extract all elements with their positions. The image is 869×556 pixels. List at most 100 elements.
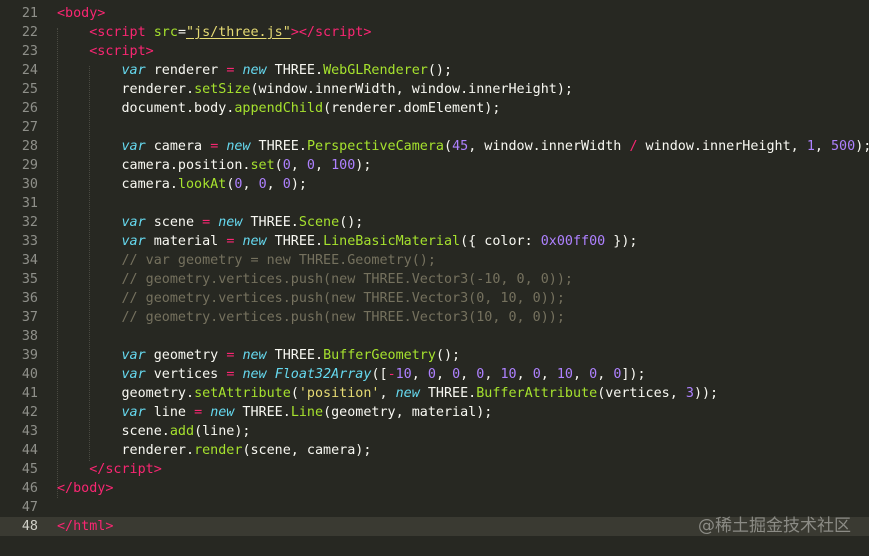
code-token: <script xyxy=(89,25,154,40)
code-line[interactable]: 34 // var geometry = new THREE.Geometry(… xyxy=(0,251,869,270)
line-number: 31 xyxy=(21,196,38,211)
code-token: , xyxy=(379,386,396,401)
code-token: PerspectiveCamera xyxy=(306,139,444,154)
code-line[interactable]: 28 var camera = new THREE.PerspectiveCam… xyxy=(0,137,869,156)
code-token: THREE. xyxy=(242,215,299,230)
code-token: 100 xyxy=(331,158,356,173)
code-line[interactable]: 41 geometry.setAttribute('position', new… xyxy=(0,384,869,403)
code-token: new xyxy=(242,63,267,78)
code-text: camera.position.set(0, 0, 100); xyxy=(57,156,371,175)
code-text: </script> xyxy=(57,460,162,479)
code-line[interactable]: 21 <body> xyxy=(0,4,869,23)
code-text: <body> xyxy=(57,4,105,23)
code-token: setSize xyxy=(194,82,251,97)
code-token: / xyxy=(629,139,638,154)
code-line[interactable]: 45 </script> xyxy=(0,460,869,479)
code-text: var material = new THREE.LineBasicMateri… xyxy=(57,232,638,251)
code-token: 0 xyxy=(532,367,541,382)
code-line[interactable]: 36 // geometry.vertices.push(new THREE.V… xyxy=(0,289,869,308)
code-text: renderer.setSize(window.innerWidth, wind… xyxy=(57,80,573,99)
code-token: BufferGeometry xyxy=(323,348,436,363)
code-token: 10 xyxy=(556,367,573,382)
code-token: > xyxy=(363,25,372,40)
code-line[interactable]: 27 xyxy=(0,118,869,137)
code-line[interactable]: 32 var scene = new THREE.Scene(); xyxy=(0,213,869,232)
code-token: 0 xyxy=(427,367,436,382)
code-line[interactable]: 26 document.body.appendChild(renderer.do… xyxy=(0,99,869,118)
code-token: var xyxy=(121,139,146,154)
code-token: scene xyxy=(145,215,203,230)
code-token: (window.innerWidth, window.innerHeight); xyxy=(250,82,573,97)
code-line[interactable]: 24 var renderer = new THREE.WebGLRendere… xyxy=(0,61,869,80)
code-token: new xyxy=(395,386,420,401)
code-token: ]); xyxy=(621,367,646,382)
code-token: THREE. xyxy=(419,386,477,401)
code-token: new xyxy=(210,405,235,420)
code-text: var line = new THREE.Line(geometry, mate… xyxy=(57,403,493,422)
code-editor[interactable]: 21 <body> 22 <script src="js/three.js"></s… xyxy=(0,0,869,556)
code-token: }); xyxy=(605,234,638,249)
code-token: THREE. xyxy=(234,405,291,420)
code-token: , xyxy=(411,367,428,382)
code-token: THREE. xyxy=(266,234,324,249)
code-token: 0 xyxy=(258,177,267,192)
code-text: camera.lookAt(0, 0, 0); xyxy=(57,175,306,194)
code-text: var scene = new THREE.Scene(); xyxy=(57,213,364,232)
code-token: line xyxy=(145,405,195,420)
code-token: camera.position. xyxy=(57,158,251,173)
code-token: 3 xyxy=(685,386,694,401)
code-token: > xyxy=(153,462,162,477)
code-line[interactable]: 29 camera.position.set(0, 0, 100); xyxy=(0,156,869,175)
code-line[interactable]: 31 xyxy=(0,194,869,213)
code-line[interactable]: 39 var geometry = new THREE.BufferGeomet… xyxy=(0,346,869,365)
code-token: , xyxy=(484,367,501,382)
code-token: src xyxy=(153,25,178,40)
code-token: camera xyxy=(145,139,211,154)
line-number: 46 xyxy=(21,481,38,496)
code-token: BufferAttribute xyxy=(476,386,598,401)
code-token: document.body. xyxy=(57,101,235,116)
code-line[interactable]: 35 // geometry.vertices.push(new THREE.V… xyxy=(0,270,869,289)
code-line[interactable]: 22 <script src="js/three.js"></script> xyxy=(0,23,869,42)
code-text: // geometry.vertices.push(new THREE.Vect… xyxy=(57,289,565,308)
code-line[interactable]: 46 </body> xyxy=(0,479,869,498)
line-number: 43 xyxy=(21,424,38,439)
code-token: var xyxy=(121,63,146,78)
code-token: , xyxy=(516,367,533,382)
line-number: 25 xyxy=(21,82,38,97)
code-token: (); xyxy=(427,63,453,78)
line-number: 27 xyxy=(21,120,38,135)
code-line[interactable]: 33 var material = new THREE.LineBasicMat… xyxy=(0,232,869,251)
code-token: window.innerHeight, xyxy=(637,139,807,154)
code-line[interactable]: 40 var vertices = new Float32Array([-10,… xyxy=(0,365,869,384)
code-line[interactable]: 25 renderer.setSize(window.innerWidth, w… xyxy=(0,80,869,99)
code-token: , window.innerWidth xyxy=(468,139,630,154)
code-token: </html> xyxy=(57,519,114,534)
code-token: ); xyxy=(855,139,869,154)
line-number: 24 xyxy=(21,63,38,78)
code-line[interactable]: 23 <script> xyxy=(0,42,869,61)
code-line[interactable]: 43 scene.add(line); xyxy=(0,422,869,441)
code-token: renderer. xyxy=(57,443,195,458)
code-line[interactable]: 38 xyxy=(0,327,869,346)
code-text: geometry.setAttribute('position', new TH… xyxy=(57,384,718,403)
code-line[interactable]: 37 // geometry.vertices.push(new THREE.V… xyxy=(0,308,869,327)
code-token: var xyxy=(121,367,146,382)
code-token: var xyxy=(121,215,146,230)
code-line[interactable]: 30 camera.lookAt(0, 0, 0); xyxy=(0,175,869,194)
code-line[interactable]: 42 var line = new THREE.Line(geometry, m… xyxy=(0,403,869,422)
code-token: appendChild xyxy=(234,101,324,116)
line-number: 28 xyxy=(21,139,38,154)
code-line[interactable]: 44 renderer.render(scene, camera); xyxy=(0,441,869,460)
code-token: , xyxy=(242,177,259,192)
code-text: var geometry = new THREE.BufferGeometry(… xyxy=(57,346,461,365)
code-text: var camera = new THREE.PerspectiveCamera… xyxy=(57,137,869,156)
code-token: scene. xyxy=(57,424,170,439)
